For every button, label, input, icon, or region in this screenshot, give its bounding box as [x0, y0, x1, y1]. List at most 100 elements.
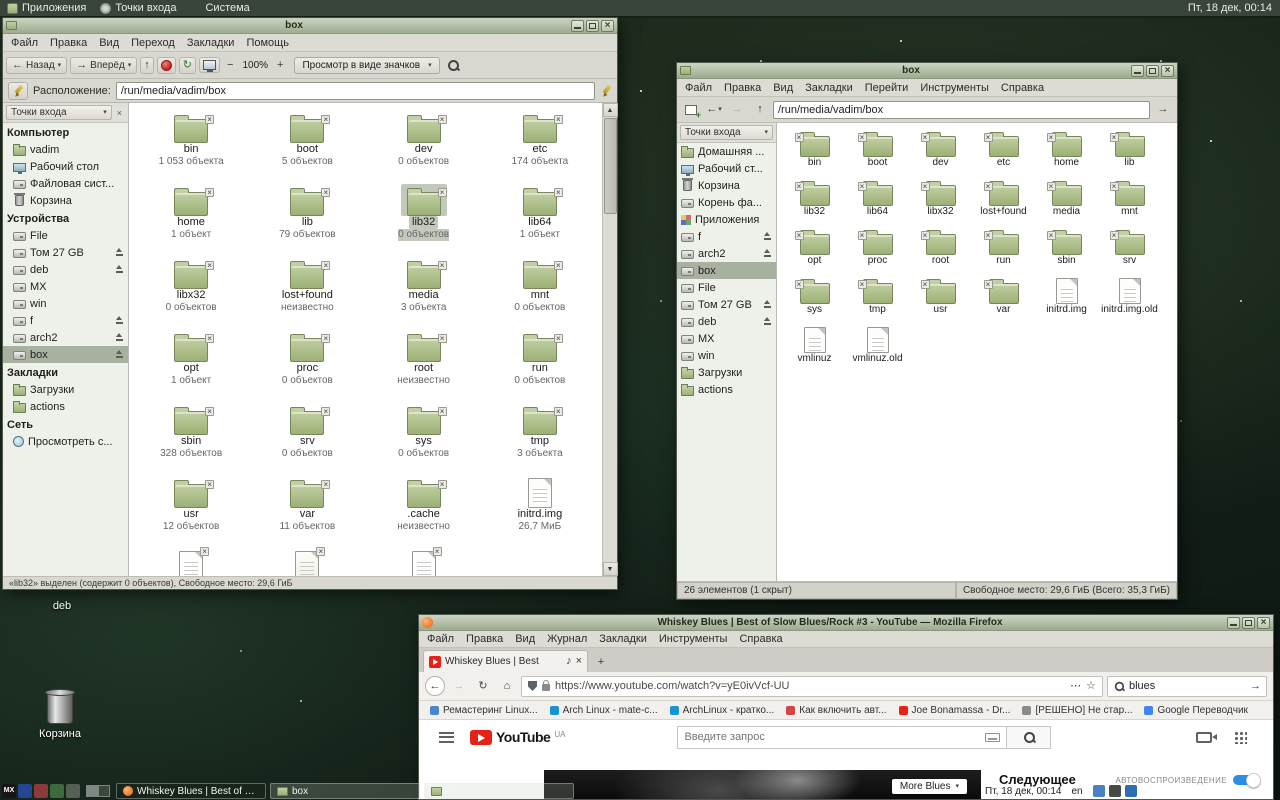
file-item[interactable]: srv [1098, 231, 1161, 267]
launcher-icon[interactable] [50, 784, 64, 798]
search-text[interactable]: blues [1129, 680, 1246, 692]
sidebar-item[interactable]: Рабочий ст... [677, 160, 776, 177]
menu-item[interactable]: Инструменты [914, 82, 995, 94]
search-bar[interactable]: blues [1107, 676, 1267, 697]
file-item[interactable]: run 0 объектов [482, 330, 598, 387]
new-tab-button[interactable] [681, 100, 701, 120]
zoom-in-button[interactable] [273, 57, 287, 74]
eject-icon[interactable] [115, 350, 124, 359]
tray-icon[interactable] [1093, 785, 1105, 797]
sidebar-item[interactable]: vadim [3, 141, 128, 158]
file-item[interactable]: sys [783, 280, 846, 316]
desktop-trash[interactable]: Корзина [28, 692, 92, 740]
file-item[interactable]: lost+found [972, 182, 1035, 218]
menu-item[interactable]: Инструменты [653, 633, 734, 645]
back-button[interactable] [704, 100, 724, 120]
file-item[interactable]: initrd.img 26,7 МиБ [482, 476, 598, 533]
file-item[interactable]: boot 5 объектов [249, 111, 365, 168]
eject-icon[interactable] [763, 300, 772, 309]
search-go-icon[interactable] [1250, 681, 1261, 692]
close-button[interactable] [1257, 617, 1270, 629]
file-item[interactable]: usr 12 объектов [133, 476, 249, 533]
youtube-search-input[interactable] [684, 731, 981, 743]
launcher-icon[interactable] [34, 784, 48, 798]
menu-item[interactable]: Закладки [181, 37, 241, 49]
menu-item[interactable]: Помощь [240, 37, 295, 49]
sidebar-item[interactable]: arch2 [677, 245, 776, 262]
bookmark-item[interactable]: Как включить авт... [781, 705, 891, 716]
file-item[interactable]: opt 1 объект [133, 330, 249, 387]
file-item[interactable]: etc 174 объекта [482, 111, 598, 168]
scrollbar-thumb[interactable] [604, 118, 617, 214]
close-button[interactable] [601, 20, 614, 32]
scroll-up-icon[interactable] [603, 103, 618, 117]
up-button[interactable] [750, 100, 770, 120]
bookmark-item[interactable]: Arch Linux - mate-c... [545, 705, 663, 716]
sidebar-item[interactable]: Просмотреть с... [3, 433, 128, 450]
sidebar-item[interactable]: box [3, 346, 128, 363]
sidebar-close-icon[interactable] [114, 108, 125, 118]
panel-menu-item[interactable]: Приложения [0, 0, 93, 16]
menu-item[interactable]: Вид [767, 82, 799, 94]
keyboard-icon[interactable] [985, 733, 1000, 742]
eject-icon[interactable] [763, 317, 772, 326]
eject-icon[interactable] [115, 333, 124, 342]
firefox-titlebar[interactable]: Whiskey Blues | Best of Slow Blues/Rock … [419, 615, 1273, 631]
sidebar-item[interactable]: Домашняя ... [677, 143, 776, 160]
upload-video-icon[interactable] [1196, 732, 1212, 743]
sidebar-mode-select[interactable]: Точки входа [6, 105, 112, 120]
location-edit-icon[interactable] [600, 85, 612, 97]
sidebar-item[interactable]: Загрузки [3, 381, 128, 398]
file-item[interactable]: proc 0 объектов [249, 330, 365, 387]
file-item[interactable]: root неизвестно [366, 330, 482, 387]
up-button[interactable] [140, 57, 154, 74]
minimize-button[interactable] [1227, 617, 1240, 629]
bookmark-item[interactable]: [РЕШЕНО] Не стар... [1017, 705, 1137, 716]
file-item[interactable]: lib [1098, 133, 1161, 169]
sidebar-item[interactable]: Приложения [677, 211, 776, 228]
file-item[interactable]: opt [783, 231, 846, 267]
youtube-search-field[interactable] [677, 726, 1007, 749]
sidebar-item[interactable]: Рабочий стол [3, 158, 128, 175]
bookmark-item[interactable]: Google Переводчик [1139, 705, 1252, 716]
reload-button[interactable] [473, 676, 493, 696]
file-item[interactable]: lib64 1 объект [482, 184, 598, 241]
sidebar-item[interactable]: win [3, 295, 128, 312]
menu-item[interactable]: Справка [733, 633, 788, 645]
file-item[interactable]: home 1 объект [133, 184, 249, 241]
location-input[interactable] [116, 82, 595, 100]
menu-item[interactable]: Переход [125, 37, 181, 49]
file-item[interactable]: dev [909, 133, 972, 169]
sidebar-item[interactable]: Загрузки [677, 364, 776, 381]
search-button[interactable] [443, 56, 463, 74]
file-item[interactable]: home [1035, 133, 1098, 169]
launcher-icon[interactable] [18, 784, 32, 798]
taskbar-window-button[interactable]: box [424, 783, 574, 799]
file-item[interactable]: initrd.img.old [1098, 280, 1161, 316]
file-item[interactable]: vmlinuz.old [366, 549, 482, 576]
file-item[interactable]: boot [846, 133, 909, 169]
sidebar-item[interactable]: Корзина [3, 192, 128, 209]
file-item[interactable]: var 11 объектов [249, 476, 365, 533]
bookmark-item[interactable]: ArchLinux - кратко... [665, 705, 780, 716]
eject-icon[interactable] [763, 249, 772, 258]
path-input[interactable] [773, 101, 1150, 119]
eject-icon[interactable] [115, 316, 124, 325]
file-item[interactable]: vmlinuz [249, 549, 365, 576]
caja-scrollbar[interactable] [602, 103, 617, 576]
home-button[interactable] [497, 676, 517, 696]
back-dropdown-icon[interactable] [58, 62, 62, 69]
menu-item[interactable]: Закладки [799, 82, 859, 94]
eject-icon[interactable] [763, 232, 772, 241]
workspace-switcher[interactable] [86, 785, 110, 797]
menu-item[interactable]: Журнал [541, 633, 593, 645]
keyboard-layout-indicator[interactable]: en [1071, 786, 1082, 797]
forward-button[interactable] [449, 676, 469, 696]
tray-icon[interactable] [1109, 785, 1121, 797]
minimize-button[interactable] [1131, 65, 1144, 77]
menu-item[interactable]: Вид [93, 37, 125, 49]
maximize-button[interactable] [586, 20, 599, 32]
maximize-button[interactable] [1242, 617, 1255, 629]
sidebar-item[interactable]: File [3, 227, 128, 244]
menu-item[interactable]: Файл [421, 633, 460, 645]
